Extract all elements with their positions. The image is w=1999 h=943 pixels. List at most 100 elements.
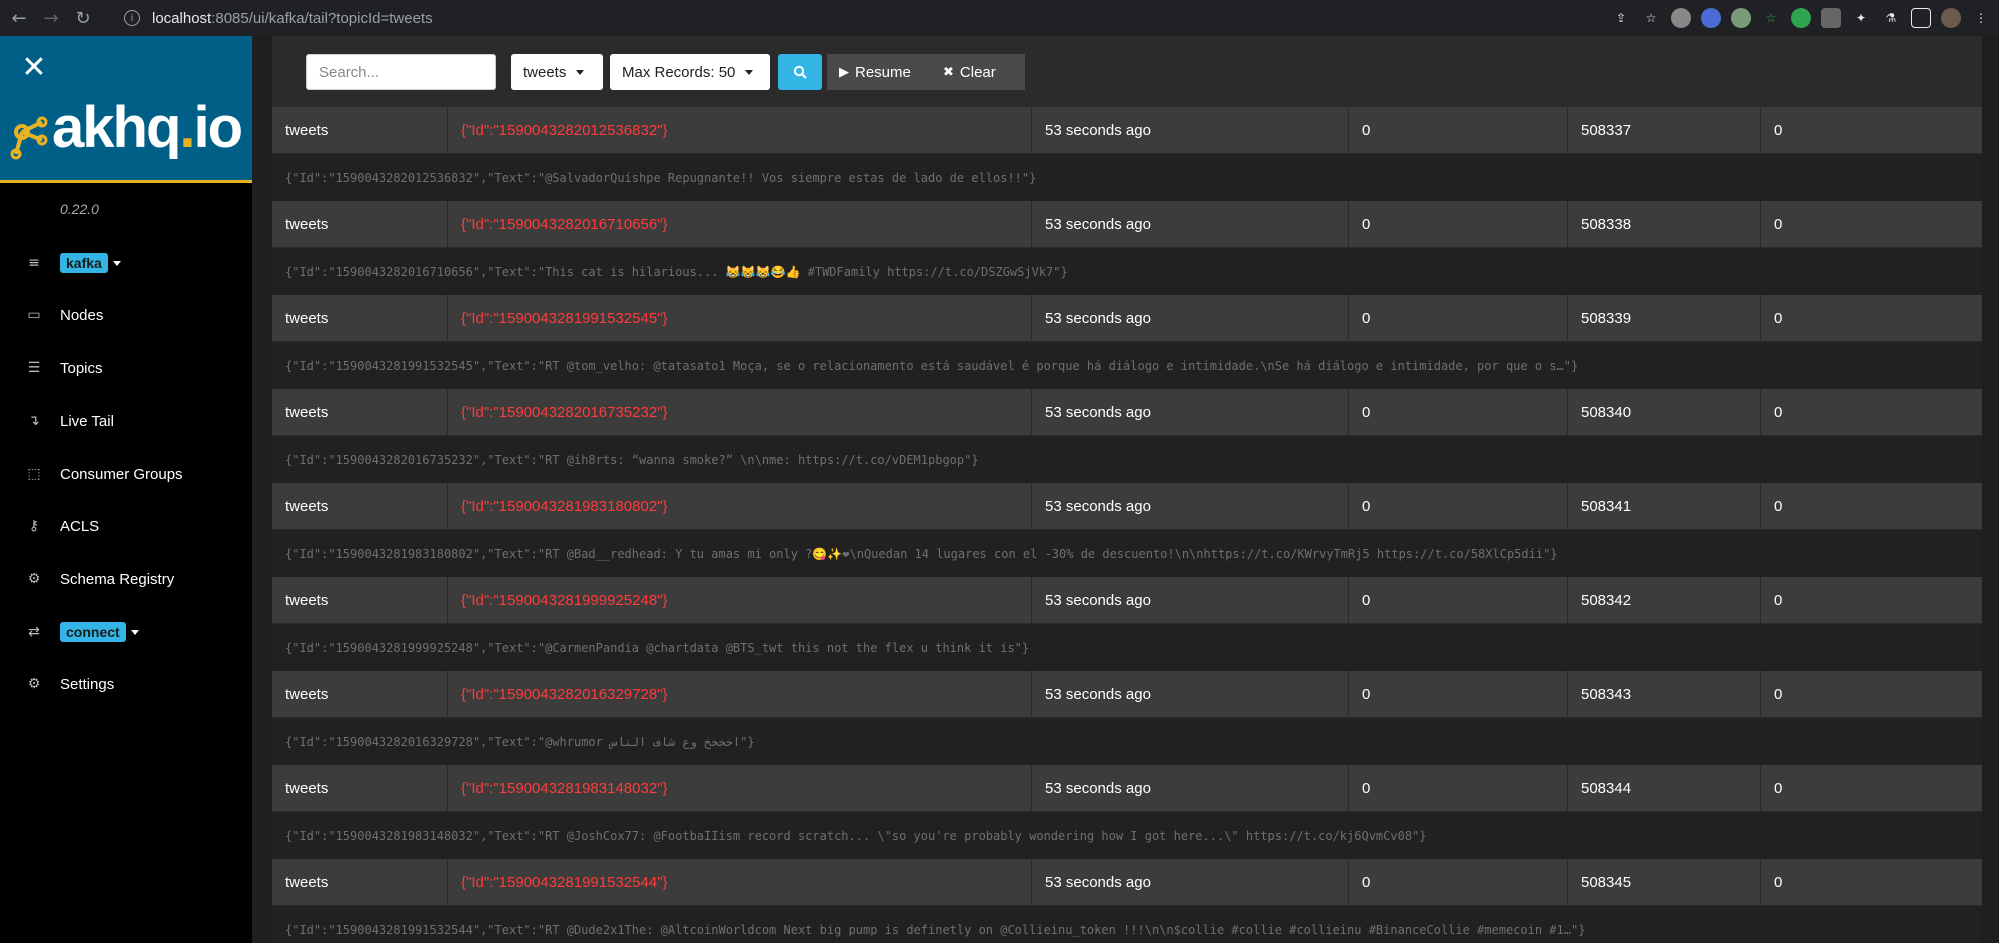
sidebar-icon[interactable]	[1911, 8, 1931, 28]
date-cell: 53 seconds ago	[1032, 576, 1349, 624]
sidebar-item-cluster[interactable]: ≡ kafka	[0, 245, 252, 281]
back-icon[interactable]: ←	[6, 5, 32, 31]
object-group-icon: ⬚	[27, 466, 41, 482]
table-row[interactable]: tweets {"Id":"1590043282016735232"} 53 s…	[272, 388, 1982, 436]
sidebar-item-connect[interactable]: ⇄ connect	[0, 614, 252, 650]
partition-cell: 0	[1349, 576, 1568, 624]
offset-cell: 508337	[1568, 106, 1761, 154]
offset-cell: 508345	[1568, 858, 1761, 906]
value-row: {"Id":"1590043282016329728","Text":"@whr…	[272, 718, 1982, 765]
value-row: {"Id":"1590043281983180802","Text":"RT @…	[272, 530, 1982, 577]
sidebar-item-acls[interactable]: ⚷ ACLS	[0, 508, 252, 544]
record: tweets {"Id":"1590043281999925248"} 53 s…	[272, 576, 1982, 671]
reload-icon[interactable]: ↻	[70, 5, 96, 31]
flask-icon[interactable]: ⚗	[1881, 8, 1901, 28]
topic-select-label: tweets	[523, 63, 567, 81]
clear-label: Clear	[959, 63, 996, 81]
table-row[interactable]: tweets {"Id":"1590043282012536832"} 53 s…	[272, 106, 1982, 154]
record: tweets {"Id":"1590043282016710656"} 53 s…	[272, 200, 1982, 295]
extension-icon[interactable]	[1701, 8, 1721, 28]
puzzle-icon[interactable]: ✦	[1851, 8, 1871, 28]
share-icon[interactable]: ⇪	[1611, 8, 1631, 28]
table-row[interactable]: tweets {"Id":"1590043281983180802"} 53 s…	[272, 482, 1982, 530]
offset-cell: 508339	[1568, 294, 1761, 342]
extension-icon[interactable]: ☆	[1761, 8, 1781, 28]
partition-cell: 0	[1349, 388, 1568, 436]
sidebar-item-nodes[interactable]: ▭ Nodes	[0, 297, 252, 333]
browser-toolbar: ← → ↻ i localhost:8085/ui/kafka/tail?top…	[0, 0, 1999, 36]
table-row[interactable]: tweets {"Id":"1590043282016710656"} 53 s…	[272, 200, 1982, 248]
value-row: {"Id":"1590043281983148032","Text":"RT @…	[272, 812, 1982, 859]
extension-icon[interactable]	[1731, 8, 1751, 28]
avatar[interactable]	[1941, 8, 1961, 28]
search-button[interactable]	[778, 54, 822, 90]
key-cell: {"Id":"1590043281999925248"}	[448, 576, 1032, 624]
extension-icon[interactable]	[1821, 8, 1841, 28]
logo-area: ✕ akhq.io	[0, 36, 252, 183]
logo-wordmark: akhq.io	[52, 95, 243, 160]
record: tweets {"Id":"1590043281983180802"} 53 s…	[272, 482, 1982, 577]
play-icon: ▶	[839, 64, 849, 80]
clear-button[interactable]: ✖ Clear	[931, 54, 1025, 90]
search-input[interactable]	[306, 54, 496, 90]
address-bar[interactable]: i localhost:8085/ui/kafka/tail?topicId=t…	[112, 3, 1672, 33]
extension-icon[interactable]	[1791, 8, 1811, 28]
table-row[interactable]: tweets {"Id":"1590043282016329728"} 53 s…	[272, 670, 1982, 718]
date-cell: 53 seconds ago	[1032, 294, 1349, 342]
value-row: {"Id":"1590043282016710656","Text":"This…	[272, 248, 1982, 295]
offset-cell: 508342	[1568, 576, 1761, 624]
cluster-badge: kafka	[60, 253, 108, 273]
info-icon[interactable]: i	[124, 10, 140, 26]
topic-select[interactable]: tweets	[511, 54, 603, 90]
close-icon[interactable]: ✕	[20, 53, 48, 83]
akhq-logo-icon	[10, 116, 48, 160]
laptop-icon: ▭	[27, 307, 41, 323]
sidebar-item-live-tail[interactable]: ↴ Live Tail	[0, 403, 252, 439]
partition-cell: 0	[1349, 670, 1568, 718]
table-row[interactable]: tweets {"Id":"1590043281991532545"} 53 s…	[272, 294, 1982, 342]
sidebar-item-schema-registry[interactable]: ⚙ Schema Registry	[0, 561, 252, 597]
caret-down-icon	[130, 629, 139, 635]
star-icon[interactable]: ☆	[1641, 8, 1661, 28]
date-cell: 53 seconds ago	[1032, 670, 1349, 718]
key-cell: {"Id":"1590043282016735232"}	[448, 388, 1032, 436]
max-records-select[interactable]: Max Records: 50	[610, 54, 770, 90]
sidebar-item-topics[interactable]: ☰ Topics	[0, 350, 252, 386]
table-row[interactable]: tweets {"Id":"1590043281999925248"} 53 s…	[272, 576, 1982, 624]
version-label: 0.22.0	[60, 201, 99, 217]
topic-cell: tweets	[272, 858, 448, 906]
value-row: {"Id":"1590043282016735232","Text":"RT @…	[272, 436, 1982, 483]
url-path: :8085/ui/kafka/tail?topicId=tweets	[211, 9, 433, 27]
topic-cell: tweets	[272, 388, 448, 436]
connect-badge: connect	[60, 622, 126, 642]
sidebar-item-label: Consumer Groups	[60, 465, 183, 483]
headers-cell: 0	[1774, 685, 1783, 703]
partition-cell: 0	[1349, 764, 1568, 812]
url-text[interactable]: localhost:8085/ui/kafka/tail?topicId=twe…	[152, 10, 433, 27]
forward-icon[interactable]: →	[38, 5, 64, 31]
scrollbar[interactable]	[1982, 36, 1999, 943]
record: tweets {"Id":"1590043281991532544"} 53 s…	[272, 858, 1982, 943]
table-row[interactable]: tweets {"Id":"1590043281983148032"} 53 s…	[272, 764, 1982, 812]
sidebar-item-label: Topics	[60, 359, 103, 377]
menu-icon[interactable]: ⋮	[1971, 8, 1991, 28]
partition-cell: 0	[1349, 294, 1568, 342]
sidebar-item-settings[interactable]: ⚙ Settings	[0, 666, 252, 702]
offset-cell: 508340	[1568, 388, 1761, 436]
key-cell: {"Id":"1590043282016329728"}	[448, 670, 1032, 718]
key-cell: {"Id":"1590043282012536832"}	[448, 106, 1032, 154]
sidebar-item-consumer-groups[interactable]: ⬚ Consumer Groups	[0, 456, 252, 492]
database-icon: ≡	[28, 255, 40, 271]
list-icon: ☰	[27, 360, 41, 376]
date-cell: 53 seconds ago	[1032, 482, 1349, 530]
extension-icon[interactable]	[1671, 8, 1691, 28]
topic-cell: tweets	[272, 670, 448, 718]
value-row: {"Id":"1590043281991532544","Text":"RT @…	[272, 906, 1982, 943]
headers-cell: 0	[1774, 215, 1783, 233]
sidebar-item-label: ACLS	[60, 517, 100, 535]
key-cell: {"Id":"1590043281983180802"}	[448, 482, 1032, 530]
resume-button[interactable]: ▶ Resume	[827, 54, 931, 90]
headers-cell: 0	[1774, 591, 1783, 609]
record: tweets {"Id":"1590043282016735232"} 53 s…	[272, 388, 1982, 483]
table-row[interactable]: tweets {"Id":"1590043281991532544"} 53 s…	[272, 858, 1982, 906]
